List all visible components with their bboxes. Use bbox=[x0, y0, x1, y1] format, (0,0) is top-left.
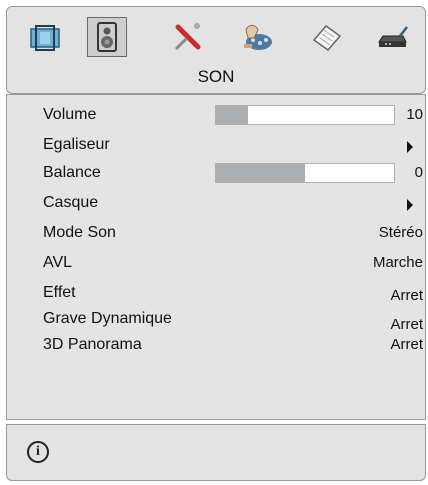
info-bar: i bbox=[6, 424, 426, 481]
chevron-right-icon bbox=[407, 141, 413, 153]
balance-slider[interactable] bbox=[215, 163, 395, 183]
menu-item-effet[interactable]: Effet Arret bbox=[7, 283, 425, 307]
volume-slider-fill bbox=[216, 106, 249, 124]
menu-item-label: Casque bbox=[43, 194, 99, 211]
notebook-icon[interactable] bbox=[307, 17, 347, 57]
menu-item-label: Egaliseur bbox=[43, 136, 110, 153]
volume-value: 10 bbox=[406, 106, 423, 123]
menu-item-casque[interactable]: Casque bbox=[7, 193, 425, 217]
category-bar: SON bbox=[6, 6, 426, 94]
sound-menu: Volume 10 Egaliseur Balance 0 Casque Mod… bbox=[6, 94, 426, 420]
menu-item-label: 3D Panorama bbox=[43, 336, 142, 353]
menu-item-egaliseur[interactable]: Egaliseur bbox=[7, 135, 425, 159]
menu-item-label: Grave Dynamique bbox=[43, 310, 172, 327]
menu-item-mode-son[interactable]: Mode Son Stéréo bbox=[7, 223, 425, 247]
menu-item-label: Balance bbox=[43, 164, 101, 181]
menu-item-label: Mode Son bbox=[43, 224, 116, 241]
menu-item-grave-dynamique[interactable]: Grave Dynamique Arret bbox=[7, 309, 425, 333]
grave-dynamique-value: Arret bbox=[390, 316, 423, 333]
info-icon[interactable]: i bbox=[27, 441, 49, 463]
tools-icon[interactable] bbox=[167, 17, 207, 57]
volume-slider[interactable] bbox=[215, 105, 395, 125]
avl-value: Marche bbox=[372, 254, 423, 271]
menu-item-3d-panorama[interactable]: 3D Panorama Arret bbox=[7, 335, 425, 359]
balance-slider-fill bbox=[216, 164, 305, 182]
source-icon[interactable] bbox=[373, 17, 413, 57]
menu-item-label: Volume bbox=[43, 106, 97, 123]
3d-panorama-value: Arret bbox=[390, 336, 423, 353]
effet-value: Arret bbox=[390, 287, 423, 304]
menu-item-avl[interactable]: AVL Marche bbox=[7, 253, 425, 277]
speaker-icon[interactable] bbox=[87, 17, 127, 57]
menu-item-label: AVL bbox=[43, 254, 73, 271]
menu-item-volume[interactable]: Volume 10 bbox=[7, 105, 425, 129]
category-icons bbox=[7, 17, 425, 61]
chevron-right-icon bbox=[407, 199, 413, 211]
balance-value: 0 bbox=[414, 164, 423, 181]
picture-icon[interactable] bbox=[25, 17, 65, 57]
menu-item-label: Effet bbox=[43, 284, 76, 301]
page-title: SON bbox=[197, 67, 235, 86]
menu-item-balance[interactable]: Balance 0 bbox=[7, 163, 425, 187]
mode-son-value: Stéréo bbox=[378, 224, 423, 241]
settings-icon[interactable] bbox=[237, 17, 277, 57]
